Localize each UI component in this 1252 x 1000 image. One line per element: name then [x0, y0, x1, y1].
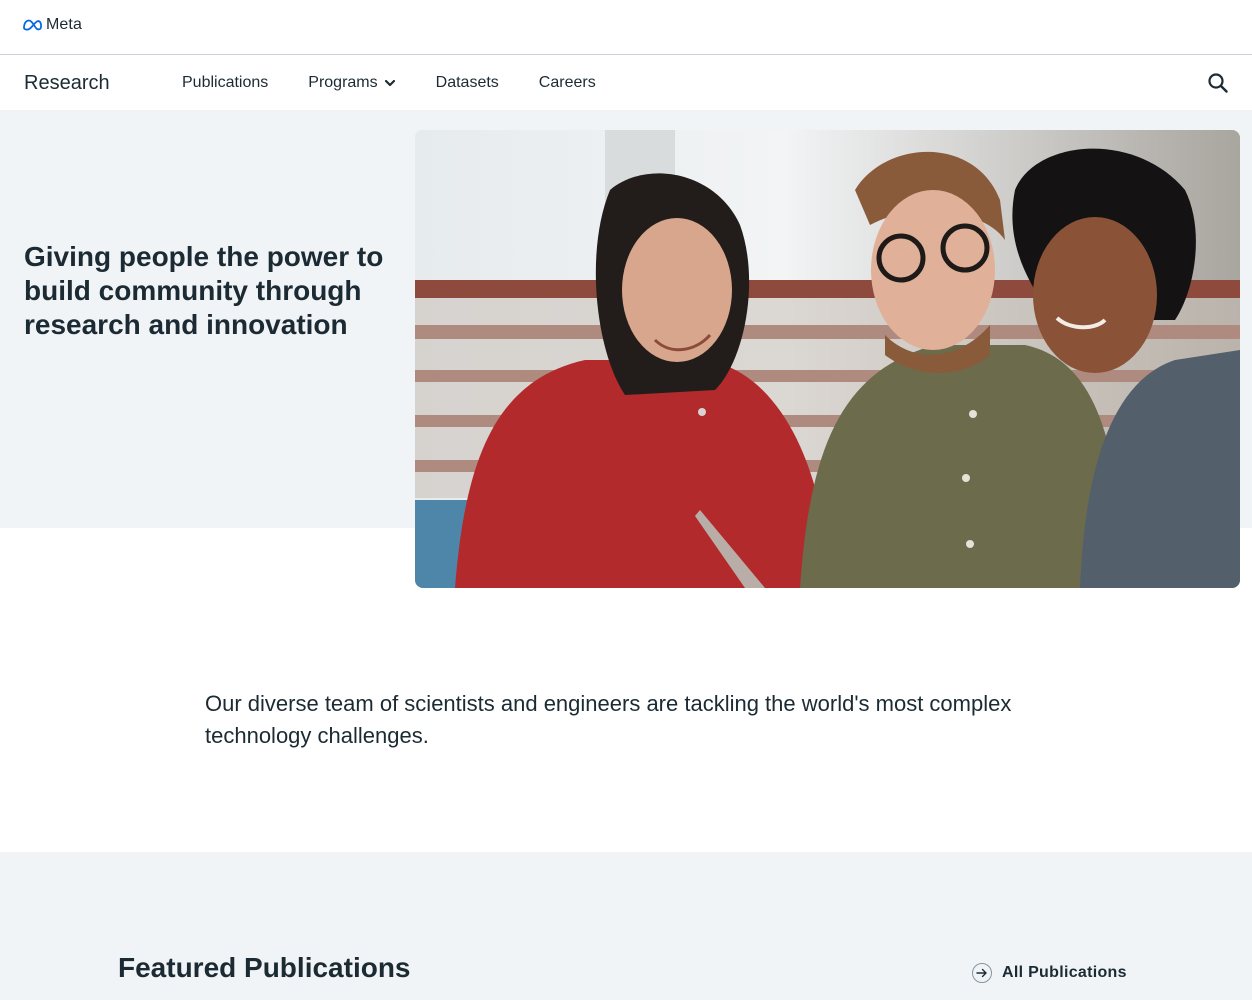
nav-item-programs-label: Programs	[308, 74, 378, 91]
nav-item-programs[interactable]: Programs	[308, 74, 395, 92]
nav-item-careers[interactable]: Careers	[539, 74, 596, 92]
arrow-right-circle-icon	[972, 963, 992, 983]
hero-photo	[415, 130, 1240, 588]
main-nav: Research Publications Programs Datasets …	[0, 55, 1252, 110]
all-publications-label: All Publications	[1002, 964, 1127, 981]
all-publications-link[interactable]: All Publications	[972, 963, 1127, 983]
featured-publications-title: Featured Publications	[118, 952, 411, 983]
intro-statement: Our diverse team of scientists and engin…	[205, 691, 1012, 748]
meta-logo[interactable]: Meta	[22, 16, 82, 34]
research-home-link[interactable]: Research	[24, 72, 110, 95]
nav-item-datasets[interactable]: Datasets	[436, 74, 499, 92]
meta-logo-text: Meta	[46, 16, 82, 33]
nav-links: Publications Programs Datasets Careers	[182, 74, 636, 92]
chevron-down-icon	[384, 79, 395, 87]
top-bar: Meta	[0, 0, 1252, 55]
hero-title: Giving people the power to build communi…	[24, 241, 384, 340]
search-icon[interactable]	[1207, 72, 1229, 94]
nav-item-publications[interactable]: Publications	[182, 74, 268, 92]
meta-infinity-icon	[23, 19, 42, 31]
